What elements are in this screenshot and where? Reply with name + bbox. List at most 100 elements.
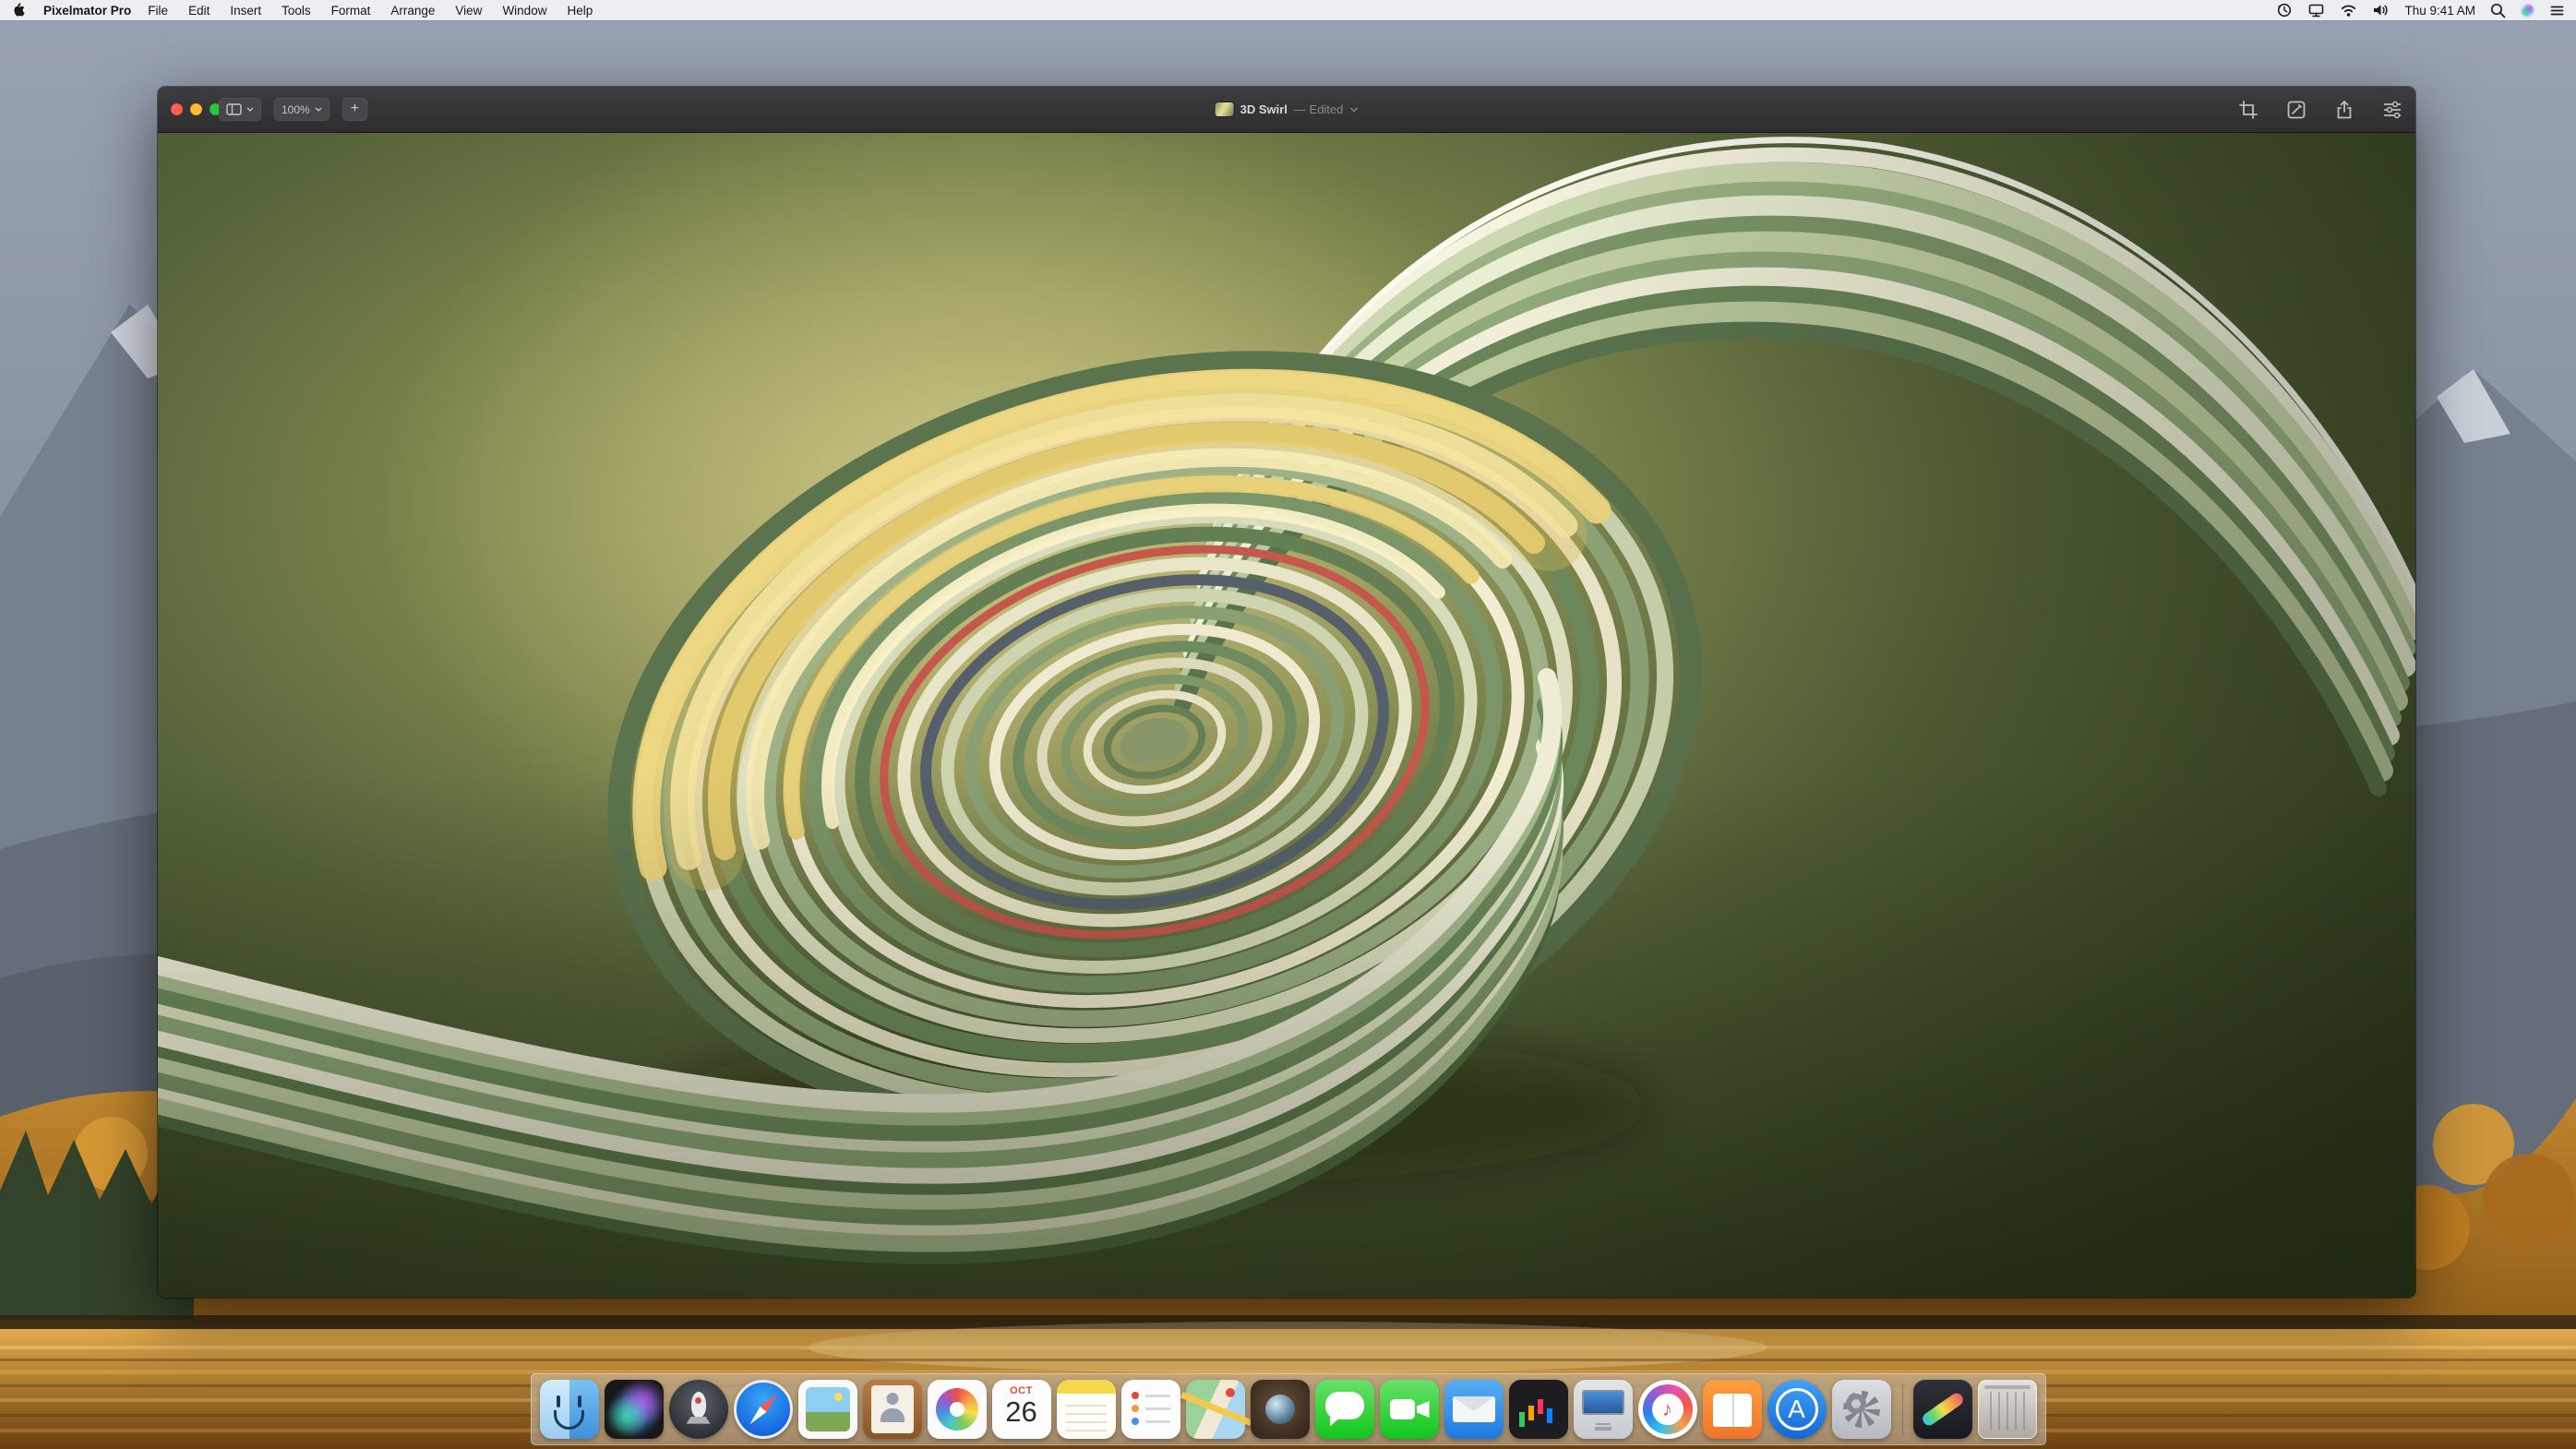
dock-item-ibooks[interactable]	[1703, 1380, 1762, 1439]
menu-item-view[interactable]: View	[455, 4, 482, 18]
share-icon	[2334, 100, 2354, 120]
pencil-square-icon	[2286, 100, 2306, 120]
icon-glyph	[1057, 1380, 1116, 1439]
document-thumbnail	[1216, 102, 1234, 116]
share-button[interactable]	[2334, 100, 2354, 120]
icon-glyph	[1574, 1380, 1633, 1439]
settings-sliders-button[interactable]	[2382, 100, 2402, 120]
sliders-icon	[2382, 100, 2402, 120]
dock-item-photo-booth[interactable]	[1251, 1380, 1310, 1439]
dock-item-siri[interactable]	[605, 1380, 664, 1439]
titlebar-left-controls: 100% +	[219, 87, 367, 132]
menu-bar-left: Pixelmator Pro File Edit Insert Tools Format…	[11, 3, 593, 18]
menu-item-edit[interactable]: Edit	[188, 4, 210, 18]
dock-items: OCT 26	[540, 1380, 2037, 1439]
notification-center-icon[interactable]	[2549, 4, 2565, 18]
icon-glyph	[1251, 1380, 1310, 1439]
icon-glyph	[669, 1380, 728, 1439]
dock-item-preview[interactable]	[798, 1380, 857, 1439]
icon-glyph	[1315, 1380, 1374, 1439]
icon-glyph: ♪	[1638, 1380, 1697, 1439]
dock-item-system-preferences[interactable]	[1832, 1380, 1891, 1439]
app-menu-title[interactable]: Pixelmator Pro	[43, 4, 131, 18]
icon-glyph	[1703, 1380, 1762, 1439]
menu-item-insert[interactable]: Insert	[230, 4, 261, 18]
dock-item-facetime[interactable]	[1380, 1380, 1439, 1439]
dock-item-contacts[interactable]	[863, 1380, 922, 1439]
zoom-level-value: 100%	[282, 103, 310, 116]
close-button[interactable]	[171, 103, 183, 115]
icon-glyph	[1380, 1380, 1439, 1439]
canvas-area[interactable]	[158, 133, 2415, 1298]
dock-item-maps[interactable]	[1186, 1380, 1245, 1439]
apple-menu[interactable]	[11, 3, 27, 18]
menu-item-window[interactable]: Window	[502, 4, 546, 18]
menu-bar: Pixelmator Pro File Edit Insert Tools Format…	[0, 0, 2576, 20]
icon-glyph	[928, 1380, 987, 1439]
minimize-button[interactable]	[190, 103, 202, 115]
dock-item-reminders[interactable]	[1121, 1380, 1180, 1439]
view-options-button[interactable]	[219, 98, 261, 121]
time-machine-icon[interactable]	[2276, 2, 2293, 18]
zoom-level-button[interactable]: 100%	[274, 98, 329, 121]
add-button[interactable]: +	[342, 98, 367, 121]
menu-item-arrange[interactable]: Arrange	[390, 4, 435, 18]
icon-glyph	[1897, 1380, 1908, 1439]
traffic-lights	[171, 87, 222, 132]
view-options-icon	[226, 103, 242, 115]
dock-item-notes[interactable]	[1057, 1380, 1116, 1439]
document-title: 3D Swirl	[1240, 102, 1288, 116]
document-status: — Edited	[1294, 102, 1343, 116]
spotlight-icon[interactable]	[2490, 3, 2506, 18]
display-menu-icon[interactable]	[2307, 2, 2325, 18]
dock-item-itunes[interactable]: ♪	[1638, 1380, 1697, 1439]
icon-glyph	[798, 1380, 857, 1439]
crop-button[interactable]	[2238, 100, 2258, 120]
annotate-button[interactable]	[2286, 100, 2306, 120]
dock-item-appstore[interactable]: A	[1767, 1380, 1827, 1439]
menu-bar-status: Thu 9:41 AM	[2276, 2, 2565, 18]
desktop-screen: Pixelmator Pro File Edit Insert Tools Format…	[0, 0, 2576, 1449]
dock-item-safari[interactable]	[734, 1380, 793, 1439]
apple-icon	[13, 3, 25, 18]
icon-glyph	[1186, 1380, 1245, 1439]
dock-item-mail[interactable]	[1444, 1380, 1504, 1439]
menu-item-format[interactable]: Format	[331, 4, 371, 18]
dock-item-stocks[interactable]	[1509, 1380, 1568, 1439]
menu-item-tools[interactable]: Tools	[282, 4, 311, 18]
dock: OCT 26	[531, 1373, 2046, 1445]
icon-glyph	[605, 1380, 664, 1439]
volume-icon[interactable]	[2372, 3, 2390, 18]
crop-icon	[2238, 100, 2258, 120]
dock-item-trash[interactable]	[1978, 1380, 2037, 1439]
icon-glyph	[992, 1380, 1051, 1439]
dock-item-pixelmator-pro[interactable]	[1913, 1380, 1972, 1439]
wifi-icon[interactable]	[2340, 3, 2357, 18]
canvas-artwork	[158, 133, 2415, 1298]
titlebar-right-controls	[2238, 87, 2402, 132]
icon-glyph	[1509, 1380, 1568, 1439]
icon-glyph	[540, 1380, 599, 1439]
siri-menu-icon[interactable]	[2521, 4, 2534, 18]
menu-list: File Edit Insert Tools Format Arrange View Wind…	[148, 4, 593, 18]
dock-item-messages[interactable]	[1315, 1380, 1374, 1439]
menu-bar-clock[interactable]: Thu 9:41 AM	[2404, 4, 2475, 18]
chevron-down-icon	[246, 107, 254, 112]
pixelmator-window: 100% + 3D Swirl — Edited	[158, 87, 2415, 1298]
dock-item-photos[interactable]	[928, 1380, 987, 1439]
dock-item-launchpad[interactable]	[669, 1380, 728, 1439]
icon-glyph	[737, 1383, 790, 1436]
icon-glyph	[1832, 1380, 1891, 1439]
chevron-down-icon	[315, 107, 322, 112]
menu-item-help[interactable]: Help	[567, 4, 593, 18]
dock-item-calendar[interactable]: OCT 26	[992, 1380, 1051, 1439]
dock-item-display[interactable]	[1574, 1380, 1633, 1439]
title-menu-chevron-icon[interactable]	[1349, 107, 1358, 113]
menu-item-file[interactable]: File	[148, 4, 168, 18]
document-title-area: 3D Swirl — Edited	[1216, 87, 1359, 132]
icon-glyph	[1913, 1380, 1972, 1439]
window-titlebar[interactable]: 100% + 3D Swirl — Edited	[158, 87, 2415, 133]
dock-item-separator	[1897, 1380, 1908, 1439]
icon-glyph: A	[1767, 1380, 1827, 1439]
dock-item-finder[interactable]	[540, 1380, 599, 1439]
